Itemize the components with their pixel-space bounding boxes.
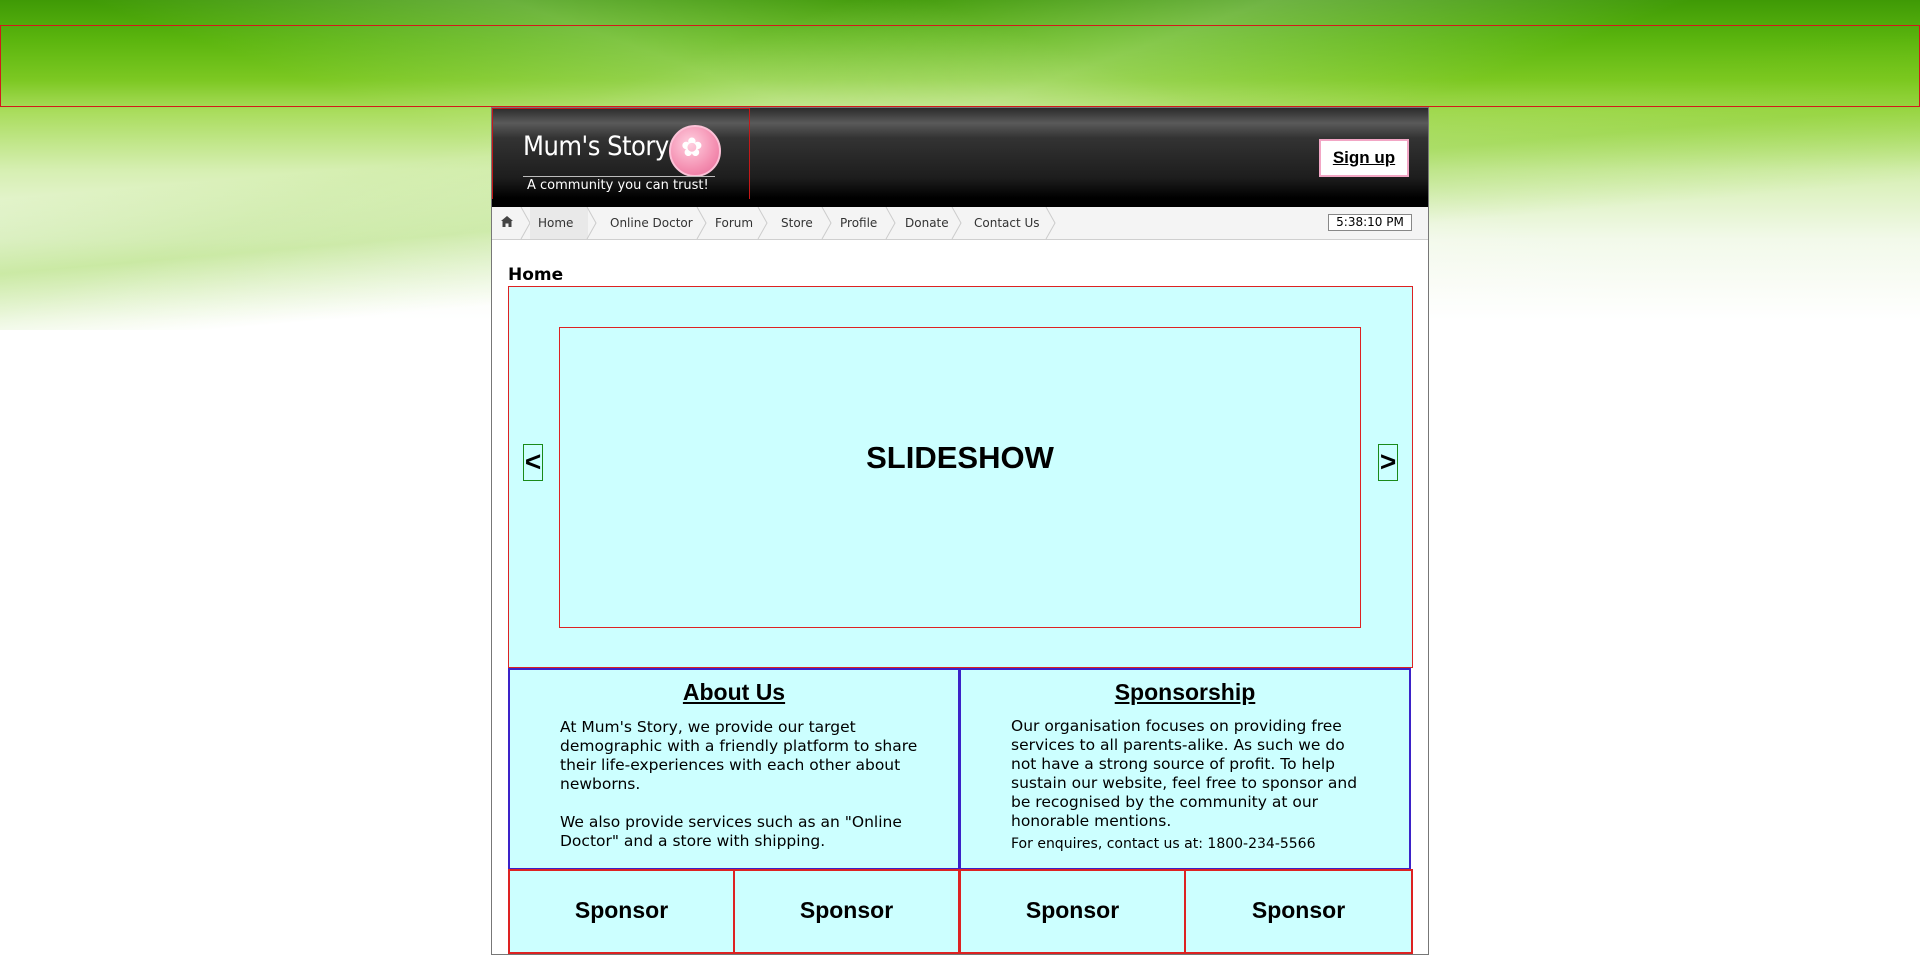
slideshow-prev-button[interactable]: < [523,444,543,481]
nav-item-store[interactable]: Store [781,207,813,239]
about-us-title[interactable]: About Us [510,679,958,706]
slideshow-panel: < SLIDESHOW > [508,286,1413,668]
sponsor-box[interactable]: Sponsor [959,869,1186,954]
signup-button[interactable]: Sign up [1319,139,1409,177]
about-us-panel: About Us At Mum's Story, we provide our … [508,668,960,870]
about-us-body: At Mum's Story, we provide our target de… [560,718,920,870]
sponsorship-contact: For enquires, contact us at: 1800-234-55… [1011,836,1316,852]
nav-item-contact-us[interactable]: Contact Us [974,207,1040,239]
about-us-paragraph: We also provide services such as an "Onl… [560,813,902,850]
nav-item-donate[interactable]: Donate [905,207,949,239]
nav-item-profile[interactable]: Profile [840,207,877,239]
nav-separator [586,207,598,239]
nav-separator [696,207,708,239]
nav-separator [951,207,963,239]
sponsor-box[interactable]: Sponsor [508,869,735,954]
logo-divider [523,176,715,177]
home-icon[interactable] [500,215,518,231]
nav-item-home[interactable]: Home [530,207,588,239]
sponsorship-paragraph: Our organisation focuses on providing fr… [1011,717,1358,830]
slideshow-frame[interactable]: SLIDESHOW [559,327,1361,628]
banner-outline [0,25,1920,107]
sponsorship-body: Our organisation focuses on providing fr… [1011,717,1371,854]
nav-separator [1045,207,1057,239]
sponsor-box[interactable]: Sponsor [733,869,960,954]
nav-separator [885,207,897,239]
nav-item-online-doctor[interactable]: Online Doctor [610,207,693,239]
site-title: Mum's Story [523,131,669,162]
nav-separator [821,207,833,239]
nav-item-forum[interactable]: Forum [715,207,753,239]
slideshow-next-button[interactable]: > [1378,444,1398,481]
navigation-bar: Home Online Doctor Forum Store Profile D… [492,207,1428,240]
site-header: Mum's Story ✿ A community you can trust!… [492,108,1428,207]
sponsorship-panel: Sponsorship Our organisation focuses on … [959,668,1411,870]
about-us-paragraph: At Mum's Story, we provide our target de… [560,718,918,793]
sponsorship-title[interactable]: Sponsorship [961,679,1409,706]
slideshow-label: SLIDESHOW [866,440,1054,475]
nav-separator [757,207,769,239]
flower-logo-icon: ✿ [669,125,721,177]
sponsor-box[interactable]: Sponsor [1184,869,1413,954]
page-title: Home [508,265,564,285]
site-tagline: A community you can trust! [527,178,709,193]
page-container: Mum's Story ✿ A community you can trust!… [491,107,1429,955]
clock-display: 5:38:10 PM [1328,214,1412,231]
site-logo[interactable]: Mum's Story ✿ A community you can trust! [492,108,750,207]
